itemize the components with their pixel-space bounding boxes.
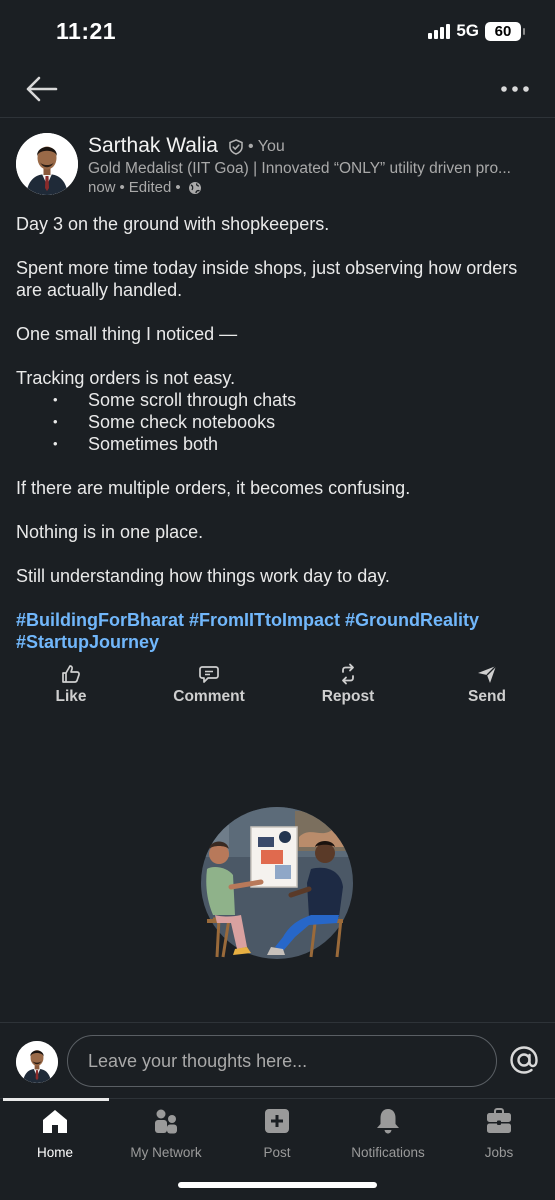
conversation-illustration	[201, 807, 353, 959]
status-bar: 11:21 5G 60	[0, 0, 555, 62]
globe-icon	[188, 181, 201, 194]
comment-input[interactable]	[67, 1035, 497, 1087]
comment-button[interactable]: Comment	[154, 663, 264, 706]
author-name[interactable]: Sarthak Walia	[88, 134, 218, 158]
tab-jobs[interactable]: Jobs	[444, 1107, 554, 1160]
author-avatar[interactable]	[16, 133, 78, 195]
edited-label: Edited	[128, 179, 172, 196]
send-button[interactable]: Send	[432, 663, 542, 706]
separator-dot: •	[119, 179, 125, 196]
active-tab-indicator	[3, 1098, 109, 1101]
repost-button[interactable]: Repost	[293, 663, 403, 706]
bullet-item: Some check notebooks	[16, 411, 541, 433]
more-options-icon[interactable]	[499, 78, 531, 100]
top-nav	[0, 62, 555, 116]
tab-home[interactable]: Home	[0, 1107, 110, 1160]
post-paragraph: Nothing is in one place.	[16, 522, 204, 542]
separator-dot: •	[248, 138, 254, 155]
comments-empty-state	[0, 730, 555, 1022]
post-paragraph: If there are multiple orders, it becomes…	[16, 478, 411, 498]
home-icon	[43, 1110, 67, 1133]
hashtags-link[interactable]: #BuildingForBharat #FromIITtoImpact #Gro…	[16, 609, 541, 653]
signal-icon	[428, 23, 451, 39]
post-paragraph: Day 3 on the ground with shopkeepers.	[16, 214, 330, 234]
bullet-list: Some scroll through chats Some check not…	[16, 389, 541, 455]
you-label: You	[257, 138, 285, 155]
post-meta: now • Edited •	[88, 179, 202, 196]
home-indicator-bar	[178, 1182, 377, 1188]
repost-arrows-icon	[342, 663, 354, 685]
tab-my-network[interactable]: My Network	[111, 1107, 221, 1160]
post-paragraph: Spent more time today inside shops, just…	[16, 258, 518, 300]
network-people-icon	[155, 1109, 177, 1134]
comment-bubble-icon	[199, 666, 219, 683]
post-paragraph: Tracking orders is not easy.	[16, 368, 236, 388]
post-actions: Like Comment Repost Send	[0, 663, 555, 713]
section-divider	[0, 713, 555, 730]
post-paragraph: Still understanding how things work day …	[16, 566, 390, 586]
send-paper-plane-icon	[478, 665, 497, 683]
tab-post[interactable]: Post	[222, 1107, 332, 1160]
post-time: now	[88, 179, 116, 196]
like-button[interactable]: Like	[16, 663, 126, 706]
network-type: 5G	[456, 21, 479, 40]
degree-label: • You	[248, 138, 285, 156]
divider	[0, 117, 555, 118]
battery-icon: 60	[485, 21, 525, 41]
back-arrow-icon[interactable]	[22, 72, 60, 106]
post-paragraph: One small thing I noticed —	[16, 324, 238, 344]
tab-jobs-label: Jobs	[484, 1145, 514, 1160]
bullet-item: Some scroll through chats	[16, 389, 541, 411]
post-plus-icon	[265, 1109, 289, 1133]
mention-at-icon[interactable]	[509, 1045, 539, 1075]
tab-post-label: Post	[263, 1145, 291, 1160]
jobs-briefcase-icon	[487, 1108, 511, 1133]
status-time: 11:21	[56, 18, 117, 44]
send-label: Send	[468, 688, 506, 705]
author-headline: Gold Medalist (IIT Goa) | Innovated “ONL…	[88, 160, 511, 177]
tab-notifications[interactable]: Notifications	[333, 1107, 443, 1160]
bullet-item: Sometimes both	[16, 433, 541, 455]
like-thumb-icon	[62, 665, 80, 683]
tab-my-network-label: My Network	[130, 1145, 202, 1160]
comment-bar	[0, 1022, 555, 1098]
verified-shield-icon	[229, 139, 243, 155]
comment-label: Comment	[173, 688, 245, 705]
separator-dot: •	[175, 179, 181, 196]
repost-label: Repost	[321, 688, 375, 705]
like-label: Like	[55, 688, 87, 705]
tab-home-label: Home	[36, 1145, 73, 1160]
notifications-bell-icon	[377, 1109, 399, 1134]
status-indicators: 5G 60	[428, 21, 525, 41]
tab-notifications-label: Notifications	[351, 1145, 425, 1160]
post-body: Day 3 on the ground with shopkeepers. Sp…	[16, 213, 541, 653]
user-avatar[interactable]	[16, 1041, 58, 1083]
